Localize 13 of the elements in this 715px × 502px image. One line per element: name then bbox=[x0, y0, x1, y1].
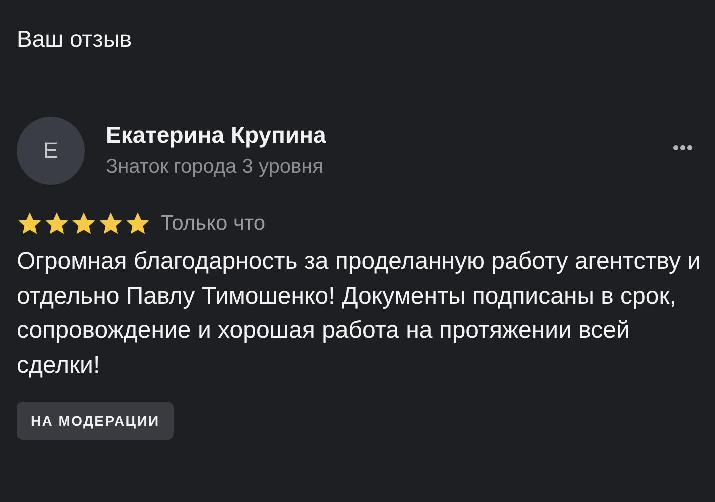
more-icon[interactable] bbox=[673, 145, 693, 151]
star-icon bbox=[125, 211, 151, 237]
star-icon bbox=[17, 211, 43, 237]
author-name: Екатерина Крупина bbox=[106, 121, 328, 149]
star-icon bbox=[98, 211, 124, 237]
moderation-badge: НА МОДЕРАЦИИ bbox=[17, 402, 174, 440]
page-title: Ваш отзыв bbox=[17, 25, 134, 54]
review-text: Огромная благодарность за проделанную работу агентству и отдельно Павлу Тимошенко! Документы подписаны в срок, сопровождение и хорошая работа на протяжении всей сделки! bbox=[17, 247, 702, 380]
star-icon bbox=[71, 211, 97, 237]
review-time: Только что bbox=[161, 212, 266, 236]
avatar: Е bbox=[17, 117, 85, 185]
author-level: Знаток города 3 уровня bbox=[106, 155, 325, 180]
star-icon bbox=[44, 211, 70, 237]
